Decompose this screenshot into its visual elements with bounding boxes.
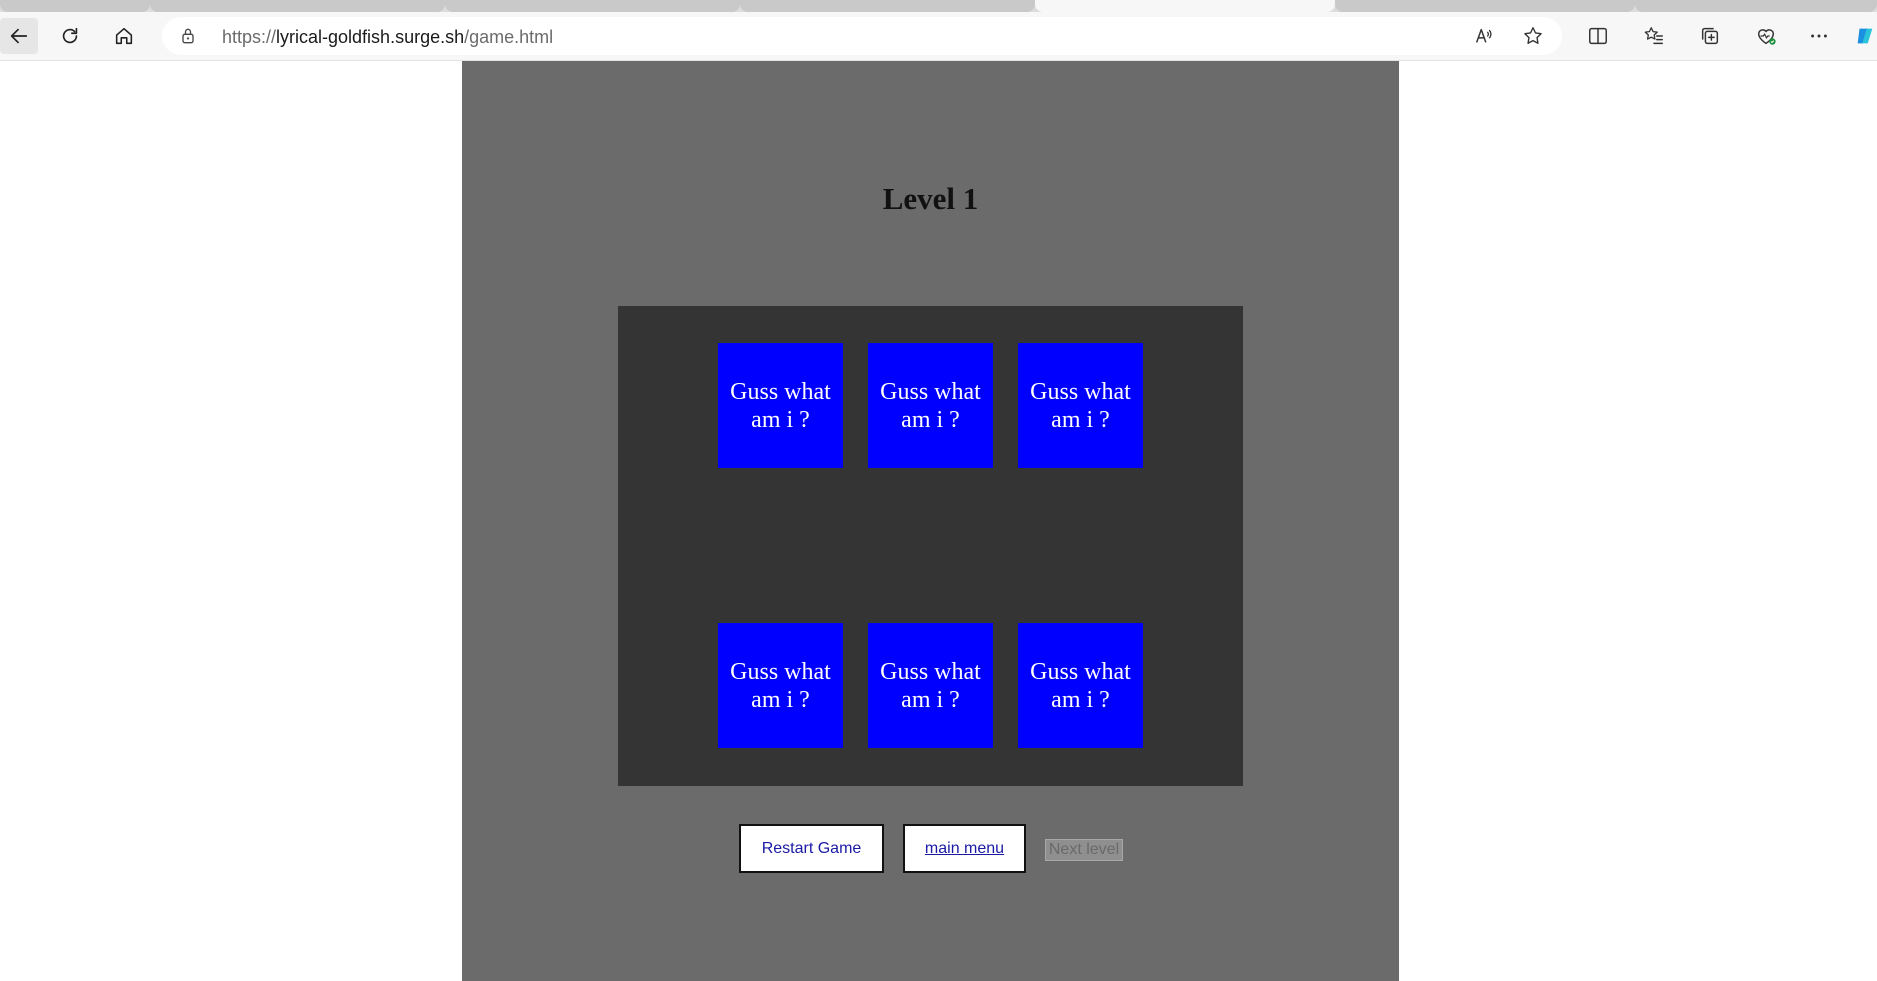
level-title: Level 1: [882, 181, 979, 216]
read-aloud-button[interactable]: [1466, 18, 1502, 54]
address-bar[interactable]: https://lyrical-goldfish.surge.sh/game.h…: [162, 17, 1562, 55]
collections-button[interactable]: [1692, 18, 1728, 54]
refresh-button[interactable]: [52, 18, 88, 54]
browser-toolbar: https://lyrical-goldfish.surge.sh/game.h…: [0, 12, 1877, 61]
memory-card[interactable]: Guss what am i ?: [718, 623, 843, 748]
browser-essentials-button[interactable]: [1748, 18, 1784, 54]
collections-icon: [1701, 27, 1719, 45]
split-screen-icon: [1589, 27, 1607, 45]
restart-game-button[interactable]: Restart Game: [739, 824, 884, 873]
main-menu-button[interactable]: main menu: [903, 824, 1026, 873]
browser-tab-active[interactable]: [1035, 0, 1335, 12]
browser-tab[interactable]: [1635, 0, 1877, 12]
browser-tab[interactable]: [0, 0, 150, 12]
browser-tab[interactable]: [445, 0, 740, 12]
home-button[interactable]: [106, 18, 142, 54]
copilot-icon: [1857, 28, 1872, 44]
favorites-list-icon: [1644, 27, 1663, 45]
lock-icon: [182, 28, 194, 44]
memory-card[interactable]: Guss what am i ?: [868, 343, 993, 468]
tab-strip: [0, 0, 1877, 12]
more-options-button[interactable]: [1801, 18, 1837, 54]
browser-tab[interactable]: [150, 0, 445, 12]
next-level-button[interactable]: Next level: [1045, 839, 1123, 861]
back-button[interactable]: [0, 18, 38, 54]
read-aloud-icon: [1475, 28, 1492, 43]
more-dots-icon: [1811, 34, 1827, 38]
back-arrow-icon: [10, 28, 28, 44]
memory-card[interactable]: Guss what am i ?: [1018, 343, 1143, 468]
page-viewport: Level 1 Guss what am i ? Guss what am i …: [0, 61, 1877, 981]
url-host: lyrical-goldfish.surge.sh: [276, 27, 465, 47]
card-board: Guss what am i ? Guss what am i ? Guss w…: [618, 306, 1243, 786]
memory-card[interactable]: Guss what am i ?: [868, 623, 993, 748]
game-panel: Level 1 Guss what am i ? Guss what am i …: [462, 61, 1399, 981]
url-scheme: https://: [222, 27, 277, 47]
memory-card[interactable]: Guss what am i ?: [718, 343, 843, 468]
url-path: /game.html: [464, 27, 554, 47]
heart-pulse-icon: [1757, 29, 1776, 45]
home-icon: [115, 27, 133, 45]
memory-card[interactable]: Guss what am i ?: [1018, 623, 1143, 748]
browser-tab[interactable]: [1335, 0, 1635, 12]
refresh-icon: [62, 27, 78, 44]
star-icon: [1524, 27, 1542, 44]
favorite-button[interactable]: [1515, 18, 1551, 54]
browser-tab[interactable]: [740, 0, 1035, 12]
copilot-button[interactable]: [1852, 18, 1877, 54]
url-text[interactable]: https://lyrical-goldfish.surge.sh/game.h…: [222, 27, 553, 48]
split-screen-button[interactable]: [1580, 18, 1616, 54]
favorites-button[interactable]: [1636, 18, 1672, 54]
